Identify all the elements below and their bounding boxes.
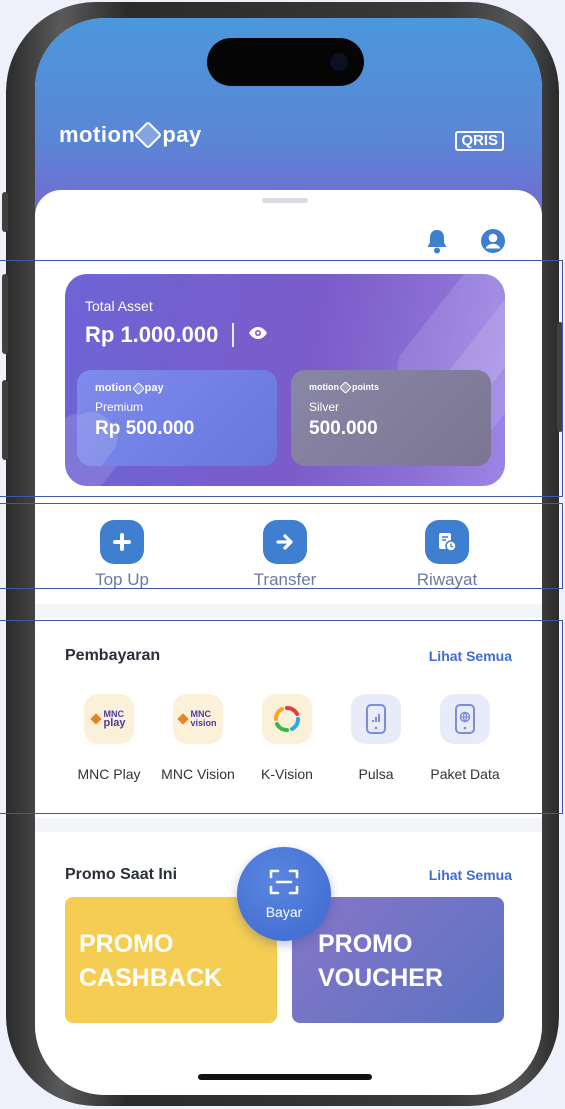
promo-voucher-line2: VOUCHER [318, 964, 444, 992]
highlight-frame-payments [0, 620, 563, 814]
promo-title: Promo Saat Ini [65, 866, 178, 883]
camera-icon [330, 53, 348, 71]
bayar-button[interactable]: Bayar [237, 847, 331, 941]
qris-button[interactable]: QRIS [455, 131, 504, 151]
highlight-frame-asset [0, 260, 563, 497]
home-indicator[interactable] [198, 1074, 372, 1080]
sheet-handle[interactable] [262, 198, 308, 203]
promo-cashback-line2: CASHBACK [79, 964, 223, 992]
logo-text: motion [59, 122, 136, 147]
logo-diamond-icon [134, 120, 163, 150]
user-icon[interactable] [480, 228, 506, 254]
action-button [2, 192, 8, 232]
bayar-label: Bayar [265, 904, 303, 920]
app-logo: motion pay [59, 120, 202, 150]
promo-cashback-line1: PROMO [79, 930, 174, 958]
section-divider [35, 818, 542, 832]
promo-see-all-link[interactable]: Lihat Semua [429, 867, 512, 883]
scan-icon [269, 869, 299, 895]
bell-icon[interactable] [425, 228, 449, 254]
promo-voucher-text: PROMO VOUCHER [318, 927, 443, 995]
section-divider [35, 604, 542, 618]
highlight-frame-actions [0, 503, 563, 589]
promo-cashback-text: PROMO CASHBACK [79, 927, 222, 995]
dynamic-island [207, 38, 364, 86]
logo-suffix: pay [162, 122, 202, 147]
promo-voucher-line1: PROMO [318, 930, 413, 958]
